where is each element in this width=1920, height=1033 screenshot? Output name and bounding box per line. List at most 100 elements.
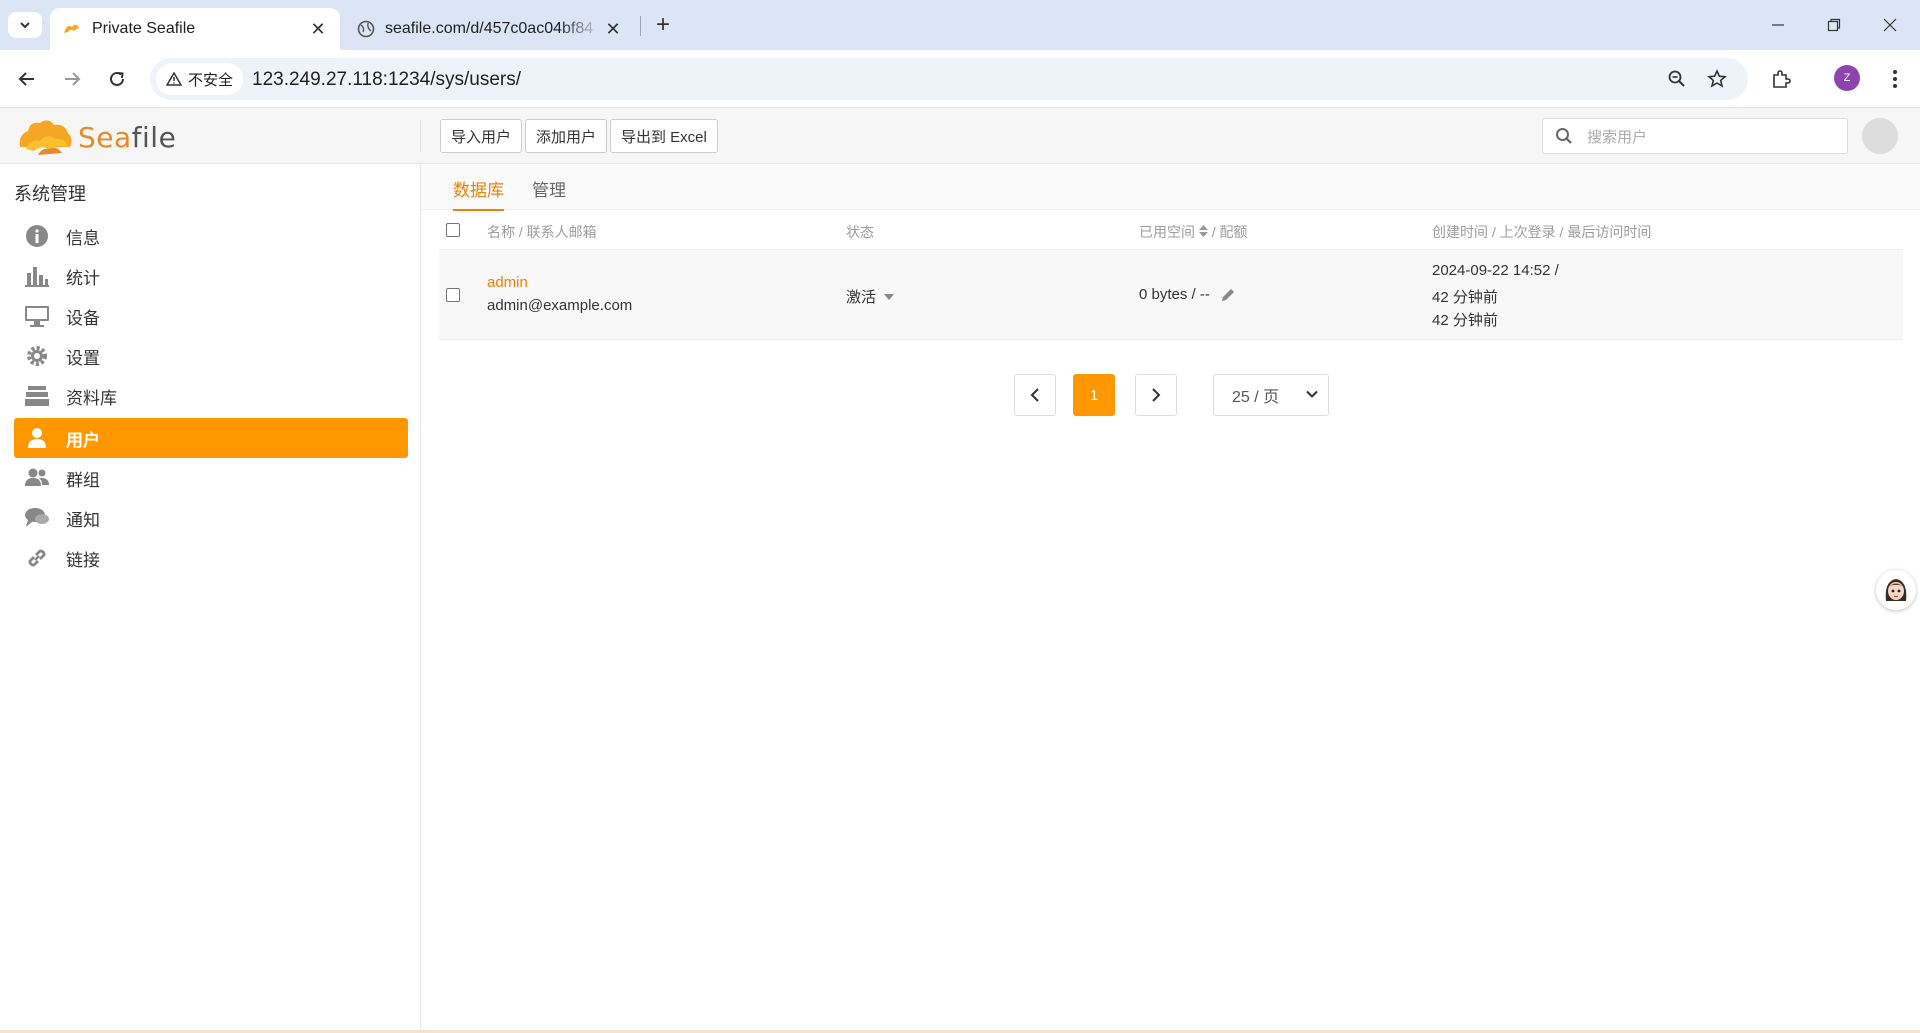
- close-icon: [1883, 18, 1897, 32]
- security-label: 不安全: [188, 71, 234, 89]
- link-icon: [24, 545, 50, 571]
- sidebar-item-links[interactable]: 链接: [14, 538, 408, 578]
- user-search-box[interactable]: [1542, 118, 1848, 154]
- search-icon: [1556, 128, 1572, 144]
- sidebar-item-libraries[interactable]: 资料库: [14, 376, 408, 416]
- extensions-icon[interactable]: [1766, 64, 1796, 94]
- tab-admins[interactable]: 管理: [532, 176, 566, 209]
- sidebar-item-devices[interactable]: 设备: [14, 296, 408, 336]
- seafile-logo[interactable]: Seafile: [16, 117, 176, 157]
- sidebar-item-notifications[interactable]: 通知: [14, 498, 408, 538]
- admin-sidebar: 系统管理 信息 统计 设备 设置 资料库 用户 群组 通知 链接: [0, 164, 421, 1033]
- edit-pencil-icon[interactable]: [1220, 287, 1236, 303]
- select-all-checkbox[interactable]: [446, 223, 460, 237]
- sidebar-item-label: 信息: [66, 228, 100, 248]
- new-tab-button[interactable]: +: [650, 11, 676, 38]
- browser-tab-seafile-com[interactable]: seafile.com/d/457c0ac04bf84 ✕: [345, 8, 635, 50]
- sidebar-item-label: 链接: [66, 550, 100, 570]
- assistant-avatar-button[interactable]: [1876, 570, 1916, 610]
- user-email: admin@example.com: [487, 297, 633, 314]
- created-time: 2024-09-22 14:52 /: [1432, 262, 1559, 279]
- per-page-select[interactable]: 25 / 页: [1213, 374, 1329, 416]
- sidebar-item-label: 资料库: [66, 388, 117, 408]
- browser-tab-bar: Private Seafile ✕ seafile.com/d/457c0ac0…: [0, 0, 1920, 50]
- last-access-time: 42 分钟前: [1432, 312, 1498, 329]
- minimize-button[interactable]: [1750, 0, 1806, 50]
- browser-tab-private-seafile[interactable]: Private Seafile ✕: [50, 8, 340, 50]
- back-button[interactable]: [12, 64, 42, 94]
- sidebar-item-groups[interactable]: 群组: [14, 458, 408, 498]
- library-icon: [24, 383, 50, 409]
- sub-navigation: 数据库 管理: [421, 164, 1920, 211]
- sort-icon[interactable]: [1198, 225, 1208, 237]
- user-icon: [24, 425, 50, 451]
- sidebar-item-users[interactable]: 用户: [14, 418, 408, 458]
- sidebar-item-label: 群组: [66, 470, 100, 490]
- import-users-button[interactable]: 导入用户: [440, 119, 523, 153]
- caret-down-icon: [884, 293, 895, 300]
- zoom-icon[interactable]: [1665, 67, 1689, 91]
- tab-title: Private Seafile: [92, 20, 196, 37]
- address-bar[interactable]: 不安全 123.249.27.118:1234/sys/users/: [150, 58, 1748, 100]
- last-login-time: 42 分钟前: [1432, 289, 1498, 306]
- export-excel-button[interactable]: 导出到 Excel: [610, 119, 718, 153]
- column-header-name: 名称 / 联系人邮箱: [487, 224, 597, 240]
- restore-button[interactable]: [1806, 0, 1862, 50]
- bookmark-star-icon[interactable]: [1705, 67, 1729, 91]
- next-page-button[interactable]: [1135, 374, 1177, 416]
- space-cell: 0 bytes / --: [1139, 286, 1236, 303]
- avatar[interactable]: [1862, 118, 1898, 154]
- chevron-left-icon: [1030, 388, 1039, 402]
- sidebar-item-label: 设备: [66, 308, 100, 328]
- sidebar-item-label: 通知: [66, 510, 100, 530]
- tab-divider: [640, 16, 641, 36]
- status-text: 激活: [846, 289, 877, 306]
- page-number-button[interactable]: 1: [1073, 374, 1115, 416]
- tab-title: seafile.com/d/457c0ac04bf84: [385, 20, 594, 37]
- sidebar-item-label: 统计: [66, 268, 100, 288]
- sidebar-item-info[interactable]: 信息: [14, 216, 408, 256]
- tab-database[interactable]: 数据库: [453, 176, 504, 211]
- search-input[interactable]: [1587, 125, 1837, 149]
- row-checkbox[interactable]: [446, 288, 460, 302]
- sidebar-item-label: 用户: [66, 430, 100, 450]
- gear-icon: [24, 343, 50, 369]
- monitor-icon: [24, 303, 50, 329]
- browser-menu-icon[interactable]: [1880, 64, 1910, 94]
- warning-icon: [166, 72, 182, 86]
- url-text[interactable]: 123.249.27.118:1234/sys/users/: [252, 69, 521, 91]
- quota-label: / 配额: [1211, 224, 1248, 240]
- table-row: admin admin@example.com 激活 0 bytes / -- …: [439, 250, 1903, 340]
- space-label: 已用空间: [1139, 224, 1195, 240]
- chevron-right-icon: [1152, 388, 1161, 402]
- close-tab-icon[interactable]: ✕: [308, 19, 328, 39]
- chat-bubbles-icon: [24, 505, 50, 531]
- add-user-button[interactable]: 添加用户: [525, 119, 608, 153]
- tab-search-button[interactable]: [8, 12, 42, 38]
- sidebar-item-statistics[interactable]: 统计: [14, 256, 408, 296]
- profile-avatar[interactable]: Z: [1834, 65, 1860, 91]
- user-name-link[interactable]: admin: [487, 274, 528, 291]
- sidebar-item-label: 设置: [66, 348, 100, 368]
- forward-button[interactable]: [57, 64, 87, 94]
- sidebar-item-settings[interactable]: 设置: [14, 336, 408, 376]
- reload-button[interactable]: [102, 64, 132, 94]
- space-used-text: 0 bytes / --: [1139, 286, 1210, 303]
- minimize-icon: [1772, 24, 1784, 26]
- chevron-down-icon: [1306, 390, 1318, 398]
- seafile-logo-icon: [19, 120, 72, 155]
- header-divider: [420, 120, 421, 152]
- status-dropdown[interactable]: 激活: [846, 286, 895, 307]
- app-header: Seafile 导入用户 添加用户 导出到 Excel: [0, 108, 1920, 164]
- browser-toolbar: 不安全 123.249.27.118:1234/sys/users/ Z: [0, 50, 1920, 108]
- reload-icon: [110, 71, 124, 86]
- close-tab-icon[interactable]: ✕: [603, 19, 623, 39]
- restore-icon: [1827, 18, 1841, 32]
- close-window-button[interactable]: [1862, 0, 1918, 50]
- prev-page-button[interactable]: [1014, 374, 1056, 416]
- column-header-space[interactable]: 已用空间 / 配额: [1139, 222, 1248, 242]
- site-info-chip[interactable]: 不安全: [156, 63, 244, 95]
- sidebar-heading: 系统管理: [14, 184, 86, 204]
- bar-chart-icon: [24, 263, 50, 289]
- info-icon: [24, 223, 50, 249]
